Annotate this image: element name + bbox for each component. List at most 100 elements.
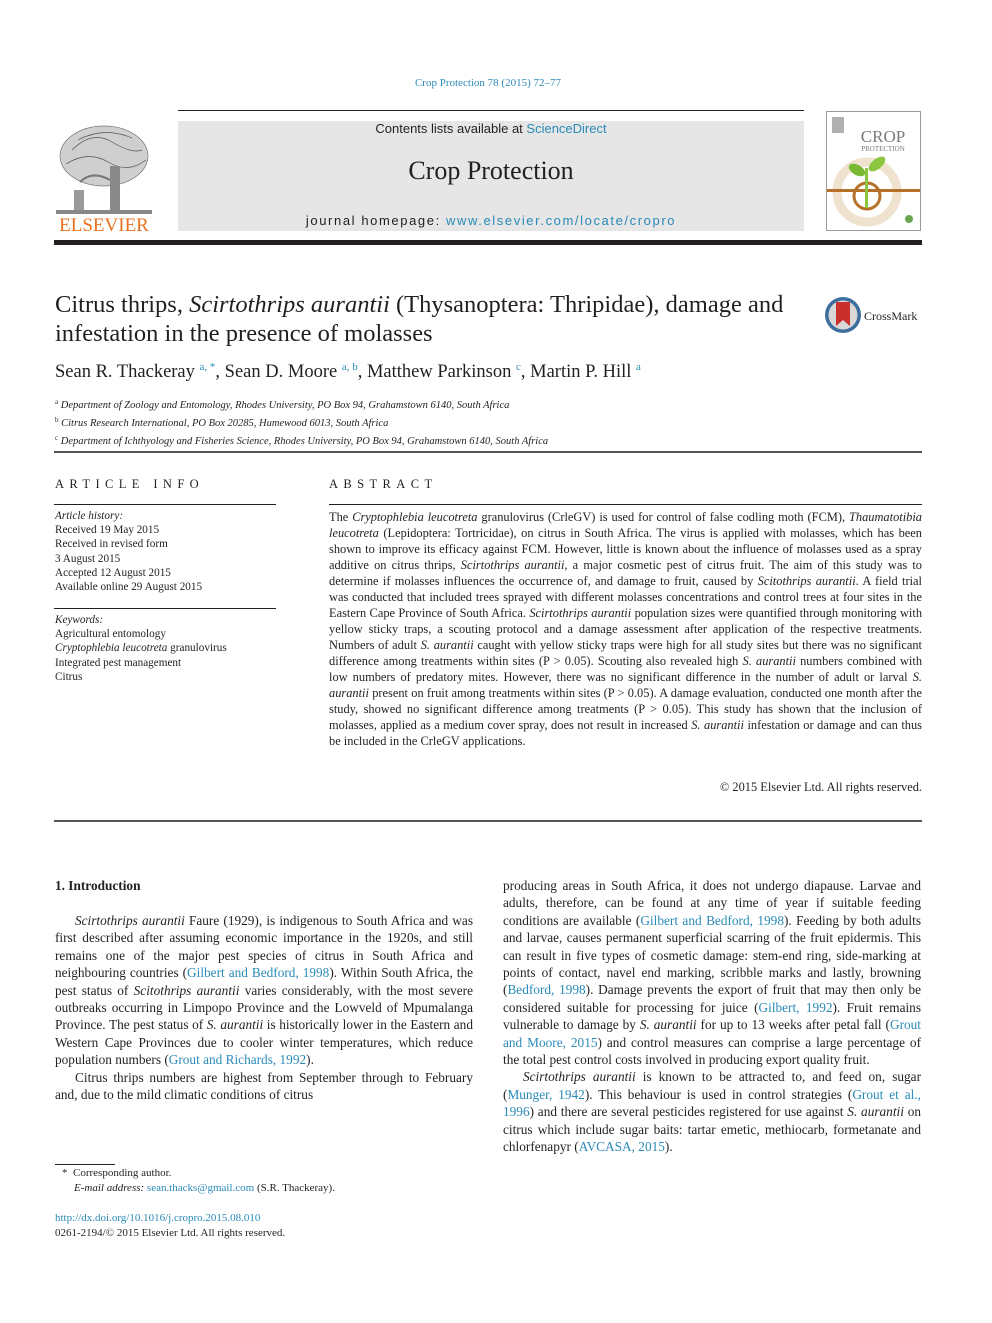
body-text: Citrus thrips numbers are highest from S… (55, 1069, 473, 1103)
article-history: Article history: Received 19 May 2015 Re… (55, 509, 277, 594)
journal-homepage-line: journal homepage: www.elsevier.com/locat… (178, 213, 804, 228)
keywords: Keywords: Agricultural entomology Crypto… (55, 613, 277, 684)
title-species: Scirtothrips aurantii (189, 291, 390, 318)
citation-link[interactable]: Bedford, 1998 (507, 982, 585, 997)
body-paragraph: Citrus thrips numbers are highest from S… (55, 1069, 473, 1104)
affiliation-key: b (55, 416, 59, 424)
footnote-mark: * (62, 1167, 68, 1179)
author-affiliation-ref[interactable]: a (636, 361, 641, 373)
author-separator: , (215, 362, 225, 382)
elsevier-tree-icon: ELSEVIER (56, 125, 152, 236)
affiliation-item: a Department of Zoology and Entomology, … (55, 395, 915, 413)
affiliation-item: b Citrus Research International, PO Box … (55, 413, 915, 431)
abstract-species-name: S. aurantii (742, 654, 796, 668)
keyword-rest: granulovirus (167, 642, 227, 655)
journal-cover-thumbnail[interactable]: CROP PROTECTION (826, 111, 921, 231)
citation-link[interactable]: Gilbert, 1992 (759, 1000, 833, 1015)
title-text-1: Citrus thrips, (55, 291, 190, 318)
body-text: ) and there are several pesticides regis… (529, 1104, 848, 1120)
article-title: Citrus thrips, Scirtothrips aurantii (Th… (55, 290, 815, 348)
abstract-heading: ABSTRACT (329, 477, 438, 491)
affiliation-text: Department of Zoology and Entomology, Rh… (60, 400, 510, 411)
divider (54, 451, 922, 453)
sciencedirect-link[interactable]: ScienceDirect (526, 121, 606, 136)
abstract-species-name: S. aurantii (691, 718, 744, 732)
journal-citation-link[interactable]: Crop Protection 78 (2015) 72–77 (0, 77, 976, 89)
crossmark-button[interactable]: CrossMark (824, 296, 924, 334)
author-name[interactable]: Matthew Parkinson (367, 362, 511, 382)
affiliation-item: c Department of Ichthyology and Fisherie… (55, 431, 915, 449)
species-name: Scirtothrips aurantii (75, 913, 185, 928)
journal-homepage-link[interactable]: www.elsevier.com/locate/cropro (446, 213, 676, 228)
section-heading-introduction: 1. Introduction (55, 878, 141, 893)
footnotes: * Corresponding author. E-mail address: … (62, 1166, 482, 1196)
header-thick-rule (54, 240, 922, 245)
author-name[interactable]: Sean R. Thackeray (55, 362, 195, 382)
email-label: E-mail address: (74, 1182, 147, 1194)
history-item: 3 August 2015 (55, 552, 121, 565)
author-affiliation-ref[interactable]: a, b (342, 361, 358, 373)
citation-link[interactable]: Gilbert and Bedford, 1998 (187, 965, 329, 980)
elsevier-logo[interactable]: ELSEVIER (52, 120, 156, 236)
journal-title: Crop Protection (408, 156, 574, 185)
cover-title-protection: PROTECTION (861, 145, 905, 153)
citation-link[interactable]: Grout and Richards, 1992 (169, 1052, 306, 1067)
abstract-species-name: Scirtothrips aurantii (529, 606, 632, 620)
contents-line: Contents lists available at ScienceDirec… (178, 121, 804, 136)
header-top-rule (178, 110, 804, 111)
abstract-species-name: Cryptophlebia leucotreta (352, 510, 478, 524)
history-item: Accepted 12 August 2015 (55, 566, 171, 579)
doi-link[interactable]: http://dx.doi.org/10.1016/j.cropro.2015.… (55, 1212, 260, 1224)
citation-link[interactable]: AVCASA, 2015 (579, 1139, 665, 1154)
abstract-text: granulovirus (CrleGV) is used for contro… (477, 510, 849, 524)
author-name[interactable]: Martin P. Hill (530, 362, 631, 382)
body-text: ). This behaviour is used in control str… (584, 1086, 853, 1102)
affiliation-key: c (55, 434, 59, 442)
body-text: ). (306, 1052, 314, 1068)
species-name: S. aurantii (639, 1017, 697, 1033)
affiliation-text: Department of Ichthyology and Fisheries … (60, 436, 549, 447)
abstract-species-name: S. aurantii (420, 638, 474, 652)
species-name: Scirtothrips aurantii (523, 1069, 636, 1085)
keyword-item: Agricultural entomology (55, 628, 166, 641)
contents-prefix: Contents lists available at (375, 121, 527, 136)
email-suffix: (S.R. Thackeray). (254, 1182, 335, 1194)
species-name: S. aurantii (206, 1017, 264, 1033)
affiliation-text: Citrus Research International, PO Box 20… (61, 418, 389, 429)
elsevier-wordmark: ELSEVIER (59, 215, 149, 234)
abstract-species-name: Scitothrips aurantii (757, 574, 856, 588)
species-name: S. aurantii (847, 1104, 904, 1120)
keywords-label: Keywords: (55, 614, 104, 626)
crossmark-label: CrossMark (864, 309, 917, 323)
abstract-copyright: © 2015 Elsevier Ltd. All rights reserved… (719, 780, 922, 794)
doi-block: http://dx.doi.org/10.1016/j.cropro.2015.… (55, 1211, 475, 1241)
article-info-heading: ARTICLE INFO (55, 477, 205, 491)
issn-copyright: 0261-2194/© 2015 Elsevier Ltd. All right… (55, 1227, 286, 1239)
keyword-item: Citrus (55, 670, 83, 683)
history-item: Received in revised form (55, 538, 168, 551)
divider (54, 820, 922, 822)
body-paragraph: producing areas in South Africa, it does… (503, 877, 921, 1068)
cover-badge-icon (905, 215, 913, 223)
footnote-rule (55, 1164, 115, 1165)
divider (329, 504, 922, 505)
author-affiliation-ref[interactable]: a, * (200, 361, 216, 373)
citation-link[interactable]: Gilbert and Bedford, 1998 (640, 913, 784, 928)
body-column-left: Scirtothrips aurantii Faure (1929), is i… (55, 912, 473, 1103)
abstract-text: The (329, 510, 353, 524)
body-column-right: producing areas in South Africa, it does… (503, 877, 921, 1156)
citation-link[interactable]: Munger, 1942 (507, 1087, 584, 1102)
author-name[interactable]: Sean D. Moore (225, 362, 338, 382)
history-item: Available online 29 August 2015 (55, 581, 203, 594)
email-link[interactable]: sean.thacks@gmail.com (147, 1182, 254, 1194)
keyword-species: Cryptophlebia leucotreta (55, 642, 168, 655)
email-note: E-mail address: sean.thacks@gmail.com (S… (62, 1181, 482, 1196)
abstract-body: The Cryptophlebia leucotreta granuloviru… (329, 509, 922, 749)
cover-publisher-mark (832, 117, 844, 133)
affiliation-list: a Department of Zoology and Entomology, … (55, 395, 915, 449)
author-separator: , (357, 362, 367, 382)
cover-title-crop: CROP (861, 127, 905, 146)
homepage-prefix: journal homepage: (305, 213, 447, 228)
body-paragraph: Scirtothrips aurantii is known to be att… (503, 1068, 921, 1155)
body-text: for up to 13 weeks after petal fall ( (696, 1017, 890, 1033)
